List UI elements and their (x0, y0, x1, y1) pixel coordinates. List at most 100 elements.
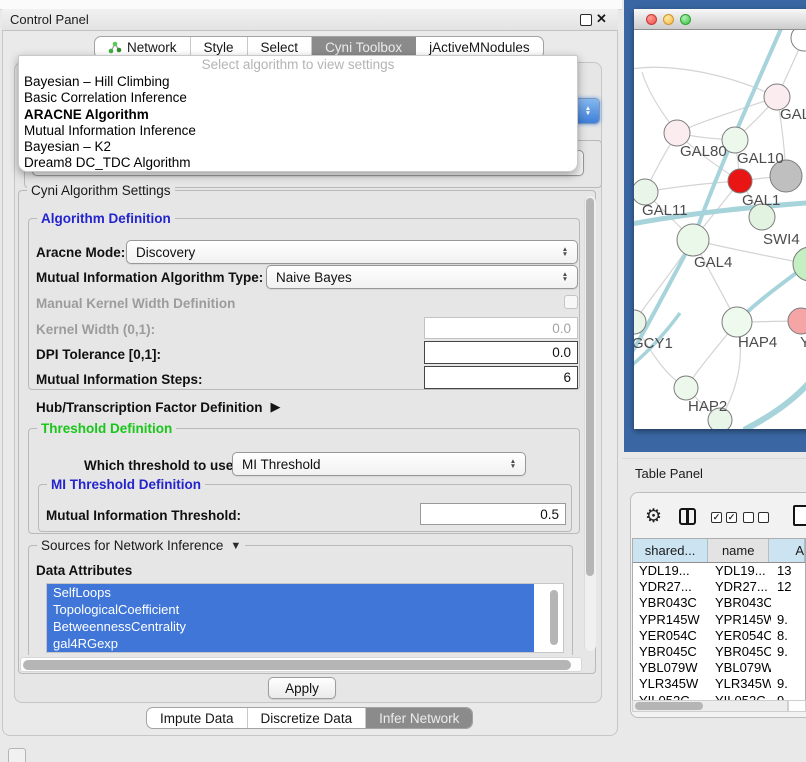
dropdown-item-selected[interactable]: ARACNE Algorithm (19, 107, 577, 123)
table-row[interactable]: YER054CYER054C8. (633, 628, 805, 644)
table-hscrollbar-thumb[interactable] (635, 702, 703, 710)
aracne-mode-combo[interactable]: Discovery ▲▼ (126, 240, 578, 264)
dropdown-item[interactable]: Basic Correlation Inference (19, 90, 577, 106)
node-salmon[interactable] (788, 308, 806, 334)
table-cell[interactable] (771, 660, 805, 676)
table-cell[interactable]: YLR345W (633, 676, 709, 692)
settings-hscrollbar[interactable] (20, 657, 582, 672)
mi-threshold-field[interactable]: 0.5 (420, 503, 566, 525)
sources-group-header[interactable]: Sources for Network Inference ▼ (37, 538, 245, 553)
manual-kernel-width-checkbox[interactable] (564, 295, 578, 309)
node-label-y[interactable]: Y (800, 334, 806, 351)
table-row[interactable]: YBR043CYBR043C (633, 595, 805, 611)
hub-definition-expander[interactable]: Hub/Transcription Factor Definition ▶ (36, 399, 281, 415)
close-window-icon[interactable] (646, 14, 657, 25)
dpi-tolerance-field[interactable]: 0.0 (424, 341, 578, 364)
table-cell[interactable]: 9. (771, 612, 805, 628)
table-cell[interactable]: 9. (771, 644, 805, 660)
table-row[interactable]: YBR045CYBR045C9. (633, 644, 805, 660)
control-panel-titlebar[interactable]: Control Panel (2, 9, 618, 31)
node-label-gal10[interactable]: GAL10 (737, 150, 784, 167)
zoom-window-icon[interactable] (680, 14, 691, 25)
tab-discretize-data[interactable]: Discretize Data (248, 708, 367, 728)
column-header-shared[interactable]: shared... (633, 539, 708, 562)
table-cell[interactable]: YBR043C (633, 595, 709, 611)
node[interactable] (791, 30, 806, 51)
data-attributes-list[interactable]: SelfLoops TopologicalCoefficient Between… (46, 583, 564, 653)
list-item[interactable]: TopologicalCoefficient (47, 601, 534, 618)
minimize-window-icon[interactable] (663, 14, 674, 25)
table-cell[interactable]: YPR145W (633, 612, 709, 628)
settings-vscrollbar[interactable] (584, 196, 596, 651)
kernel-width-field[interactable]: 0.0 (424, 317, 578, 339)
list-item[interactable]: gal4RGexp (47, 635, 534, 652)
table-cell[interactable]: YPR145W (709, 612, 771, 628)
node-hap2[interactable] (674, 376, 698, 400)
table-row[interactable]: YDR27...YDR27...12 (633, 579, 805, 595)
table-cell[interactable]: YDR27... (633, 579, 709, 595)
node-gal1-red[interactable] (728, 169, 752, 193)
settings-hscrollbar-thumb[interactable] (23, 660, 571, 670)
node-hap4[interactable] (722, 307, 752, 337)
table-row[interactable]: YBL079WYBL079W (633, 660, 805, 676)
table-cell[interactable]: 9. (771, 676, 805, 692)
node-label-hap2[interactable]: HAP2 (688, 398, 727, 415)
list-item[interactable]: SelfLoops (47, 584, 534, 601)
split-columns-icon[interactable] (679, 508, 696, 525)
table-row[interactable]: YIL052CYIL052C9 (633, 693, 805, 701)
node-label-gal4[interactable]: GAL4 (694, 254, 732, 271)
table-cell[interactable]: YBR045C (633, 644, 709, 660)
table-cell[interactable]: 8. (771, 628, 805, 644)
table-cell[interactable]: 9 (771, 693, 805, 701)
node-label-hap4[interactable]: HAP4 (738, 334, 777, 351)
column-header-name[interactable]: name (708, 539, 769, 562)
network-view-frame[interactable]: GAL GAL80 GAL10 GAL1 GAL11 SWI4 GAL4 GCY… (624, 0, 806, 452)
dropdown-item[interactable]: Mutual Information Inference (19, 123, 577, 139)
node-label-gal11[interactable]: GAL11 (642, 202, 688, 219)
table-cell[interactable]: YER054C (633, 628, 709, 644)
mi-steps-field[interactable]: 6 (424, 366, 578, 389)
table-cell[interactable]: YDL19... (709, 563, 771, 579)
table-cell[interactable] (771, 595, 805, 611)
mi-algorithm-type-combo[interactable]: Naive Bayes ▲▼ (266, 265, 578, 289)
node-gal4[interactable] (677, 224, 709, 256)
table-row[interactable]: YDL19...YDL19...13 (633, 563, 805, 579)
which-threshold-combo[interactable]: MI Threshold ▲▼ (232, 452, 526, 476)
table-cell[interactable]: YBR043C (709, 595, 771, 611)
gear-icon[interactable]: ⚙ (645, 507, 662, 526)
list-item[interactable]: BetweennessCentrality (47, 618, 534, 635)
table-cell[interactable]: YIL052C (709, 693, 771, 701)
table-cell[interactable]: YBL079W (709, 660, 771, 676)
float-panel-icon[interactable] (580, 14, 592, 26)
node-label-gcy1[interactable]: GCY1 (634, 335, 673, 352)
settings-vscrollbar-thumb[interactable] (586, 198, 594, 576)
export-table-icon[interactable] (793, 505, 806, 526)
node-label-swi4[interactable]: SWI4 (763, 231, 800, 248)
network-canvas[interactable]: GAL GAL80 GAL10 GAL1 GAL11 SWI4 GAL4 GCY… (634, 30, 806, 429)
deselect-all-icon[interactable] (743, 512, 769, 523)
table-hscrollbar[interactable] (632, 700, 788, 712)
table-cell[interactable]: 12 (771, 579, 805, 595)
table-cell[interactable]: 13 (771, 563, 805, 579)
network-window-titlebar[interactable] (634, 9, 806, 30)
node-label[interactable]: GAL (780, 106, 806, 123)
table-cell[interactable]: YDL19... (633, 563, 709, 579)
table-cell[interactable]: YIL052C (633, 693, 709, 701)
dropdown-item[interactable]: Bayesian – K2 (19, 139, 577, 155)
list-vscrollbar-thumb[interactable] (550, 590, 558, 645)
table-cell[interactable]: YLR345W (709, 676, 771, 692)
table-row[interactable]: YLR345WYLR345W9. (633, 676, 805, 692)
column-header-3[interactable]: A (769, 539, 805, 562)
table-row[interactable]: YPR145WYPR145W9. (633, 612, 805, 628)
close-panel-icon[interactable]: ✕ (596, 11, 607, 27)
table-cell[interactable]: YBR045C (709, 644, 771, 660)
node-label-gal1[interactable]: GAL1 (742, 192, 780, 209)
table-cell[interactable]: YER054C (709, 628, 771, 644)
collapsed-panel-icon[interactable] (8, 748, 26, 762)
dropdown-item[interactable]: Dream8 DC_TDC Algorithm (19, 155, 577, 171)
tab-impute-data[interactable]: Impute Data (147, 708, 248, 728)
apply-button[interactable]: Apply (268, 677, 336, 699)
table-cell[interactable]: YBL079W (633, 660, 709, 676)
dropdown-item[interactable]: Bayesian – Hill Climbing (19, 74, 577, 90)
select-all-icon[interactable]: ✓ ✓ (711, 512, 737, 523)
